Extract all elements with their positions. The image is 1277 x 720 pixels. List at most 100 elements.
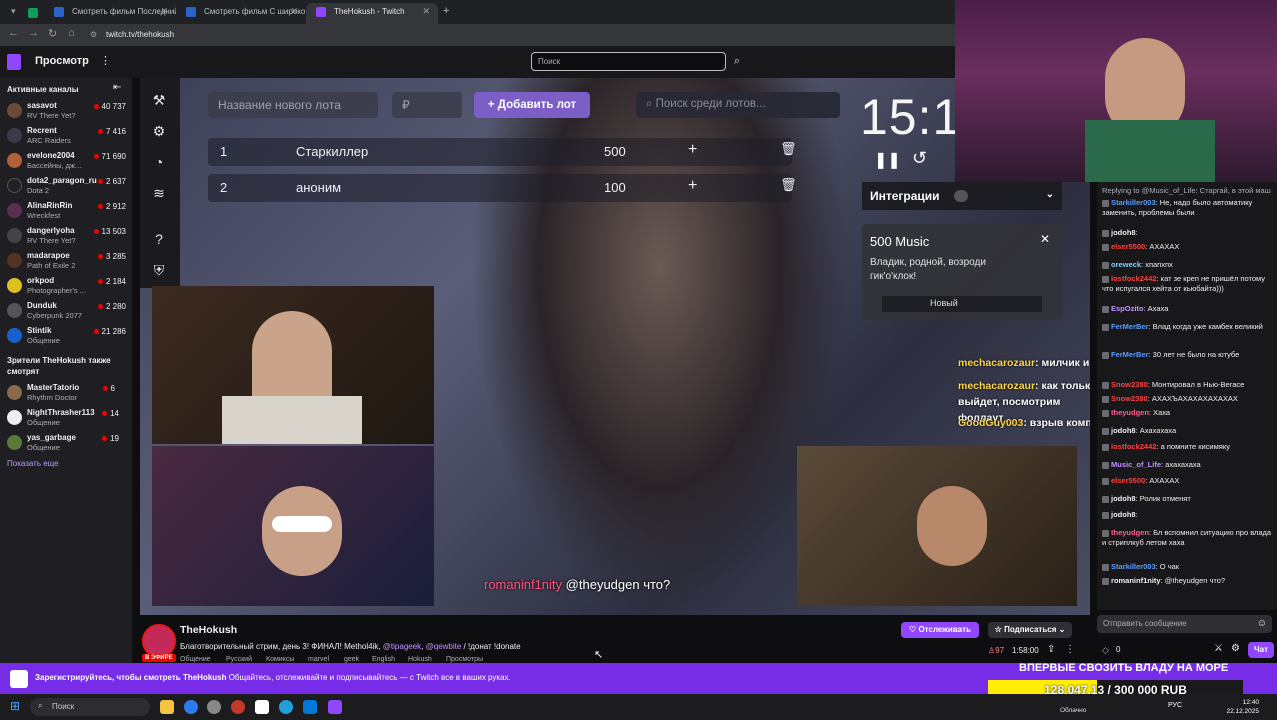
chat-username[interactable]: Starkiller003: [1111, 562, 1156, 571]
integrations-panel[interactable]: Интеграции ⌄: [862, 182, 1062, 210]
share-icon[interactable]: ⇪: [1047, 644, 1055, 655]
vscode-icon[interactable]: [303, 700, 317, 714]
settings-icon[interactable]: ⚙: [1231, 643, 1240, 654]
chat-username[interactable]: theyudgen: [1111, 528, 1149, 537]
twitch-logo-icon[interactable]: [7, 54, 21, 70]
app-icon[interactable]: [255, 700, 269, 714]
telegram-icon[interactable]: [279, 700, 293, 714]
sidebar-channel[interactable]: Stintik Общение 21 286: [5, 326, 129, 350]
sidebar-channel[interactable]: orkpod Photographer's ... 2 184: [5, 276, 129, 300]
new-lot-input[interactable]: Название нового лота: [208, 92, 378, 118]
video-player[interactable]: ⚒ ⚙ ◔ ≋ ? ⛨ Название нового лота ₽ + Доб…: [140, 78, 1090, 615]
lot-row[interactable]: 2 аноним 100 + 🗑: [208, 174, 797, 202]
add-lot-button[interactable]: + Добавить лот: [474, 92, 590, 118]
chat-username[interactable]: jodoh8: [1111, 510, 1136, 519]
sidebar-channel[interactable]: evelone2004 Бассейны, дж... 71 690: [5, 151, 129, 175]
channel-avatar[interactable]: [142, 624, 176, 658]
sheets-icon[interactable]: [26, 3, 40, 24]
chat-username[interactable]: oreweck: [1111, 260, 1141, 269]
gear-icon[interactable]: ⚙: [151, 123, 167, 139]
chat-username[interactable]: theyudgen: [1111, 408, 1149, 417]
sidebar-channel[interactable]: dangerlyoha RV There Yet? 13 503: [5, 226, 129, 250]
emote-icon[interactable]: ☺: [1257, 618, 1267, 629]
tab-close-icon[interactable]: ✕: [160, 3, 168, 20]
app-icon[interactable]: [207, 700, 221, 714]
new-tab-button[interactable]: +: [440, 3, 456, 24]
home-icon[interactable]: ⌂: [68, 27, 75, 39]
chrome-icon[interactable]: [184, 700, 198, 714]
subscribe-button[interactable]: ☆ Подписаться ⌄: [988, 622, 1072, 638]
more-icon[interactable]: ⋮: [100, 54, 111, 67]
chat-username[interactable]: jodoh8: [1111, 494, 1136, 503]
chat-username[interactable]: FerMerBer: [1111, 322, 1149, 331]
chat-username[interactable]: Starkiller003: [1111, 198, 1156, 207]
reload-icon[interactable]: ↻: [48, 27, 57, 40]
hammer-icon[interactable]: ⚒: [151, 92, 167, 108]
clock[interactable]: 12:40 22.12.2025: [1226, 698, 1259, 716]
forward-icon[interactable]: →: [28, 27, 39, 39]
browser-tab-1[interactable]: Смотреть фильм Последний о ✕: [44, 3, 176, 24]
stream-tag[interactable]: marvel: [308, 656, 329, 663]
url-field[interactable]: ⚙ twitch.tv/thehokush: [90, 27, 950, 43]
stream-tag[interactable]: English: [372, 656, 395, 663]
sidebar-channel[interactable]: yas_garbage Общение 19: [5, 433, 129, 457]
chat-input[interactable]: Отправить сообщение ☺: [1097, 615, 1272, 633]
channel-name[interactable]: TheHokush: [180, 624, 237, 636]
reset-icon[interactable]: ↺: [912, 148, 927, 169]
back-icon[interactable]: ←: [8, 27, 19, 39]
stream-tag[interactable]: geek: [344, 656, 359, 663]
chat-username[interactable]: jodoh8: [1111, 228, 1136, 237]
sidebar-channel[interactable]: madarapoe Path of Exile 2 3 285: [5, 251, 129, 275]
chevron-down-icon[interactable]: ⌄: [1046, 189, 1054, 200]
browse-link[interactable]: Просмотр: [35, 55, 89, 67]
stream-tag[interactable]: Общение: [180, 656, 211, 663]
plus-icon[interactable]: +: [688, 177, 697, 195]
language-indicator[interactable]: РУС: [1168, 702, 1182, 709]
chat-username[interactable]: Snow2380: [1111, 380, 1148, 389]
lot-search-input[interactable]: ⌕ Поиск среди лотов...: [636, 92, 840, 118]
chat-username[interactable]: jodoh8: [1111, 426, 1136, 435]
twitch-app-icon[interactable]: [328, 700, 342, 714]
taskbar-search[interactable]: ⌕ Поиск: [30, 698, 150, 716]
site-info-icon[interactable]: ⚙: [90, 27, 97, 43]
lot-price-input[interactable]: ₽: [392, 92, 462, 118]
app-icon[interactable]: [231, 700, 245, 714]
lot-row[interactable]: 1 Старкиллер 500 + 🗑: [208, 138, 797, 166]
layers-icon[interactable]: ≋: [151, 185, 167, 201]
trash-icon[interactable]: 🗑: [780, 177, 797, 193]
shield-icon[interactable]: ⛨: [151, 262, 167, 278]
stream-tag[interactable]: Комиксы: [266, 656, 294, 663]
chat-username[interactable]: elser5500: [1111, 476, 1145, 485]
sidebar-channel[interactable]: dota2_paragon_ru Dota 2 2 637: [5, 176, 129, 200]
show-more-link[interactable]: Показать еще: [7, 459, 59, 468]
sidebar-channel[interactable]: sasavot RV There Yet? 40 737: [5, 101, 129, 125]
chat-send-button[interactable]: Чат: [1248, 642, 1274, 658]
windows-start-icon[interactable]: ⊞: [10, 699, 20, 713]
stream-tag[interactable]: Просмотры: [446, 656, 483, 663]
tab-menu-icon[interactable]: ▾: [8, 3, 22, 24]
channel-points-icon[interactable]: ◇: [1102, 645, 1109, 656]
mention-link[interactable]: @qewbite: [426, 642, 462, 651]
chat-username[interactable]: EspOzito: [1111, 304, 1144, 313]
sidebar-channel[interactable]: Recrent ARC Raiders 7 416: [5, 126, 129, 150]
chat-username[interactable]: romaninf1nity: [1111, 576, 1161, 585]
weather-text[interactable]: Облачно: [1060, 707, 1086, 714]
help-icon[interactable]: ?: [151, 231, 167, 247]
stream-tag[interactable]: Hokush: [408, 656, 432, 663]
file-explorer-icon[interactable]: [160, 700, 174, 714]
integrations-toggle[interactable]: [954, 190, 968, 202]
chat-username[interactable]: elser5500: [1111, 242, 1145, 251]
tab-close-icon[interactable]: ✕: [422, 3, 430, 20]
mention-link[interactable]: @tipageek: [383, 642, 421, 651]
chat-username[interactable]: Snow2380: [1111, 394, 1148, 403]
trash-icon[interactable]: 🗑: [780, 141, 797, 157]
follow-button[interactable]: ♡ Отслеживать: [901, 622, 979, 638]
search-icon[interactable]: ⌕: [728, 52, 746, 71]
sidebar-channel[interactable]: Dunduk Cyberpunk 2077 2 280: [5, 301, 129, 325]
search-input[interactable]: Поиск: [531, 52, 726, 71]
browser-tab-3[interactable]: TheHokush - Twitch ✕: [306, 3, 438, 24]
mod-icon[interactable]: ⚔: [1214, 643, 1223, 654]
plus-icon[interactable]: +: [688, 141, 697, 159]
chat-username[interactable]: FerMerBer: [1111, 350, 1149, 359]
stream-tag[interactable]: Русский: [226, 656, 252, 663]
